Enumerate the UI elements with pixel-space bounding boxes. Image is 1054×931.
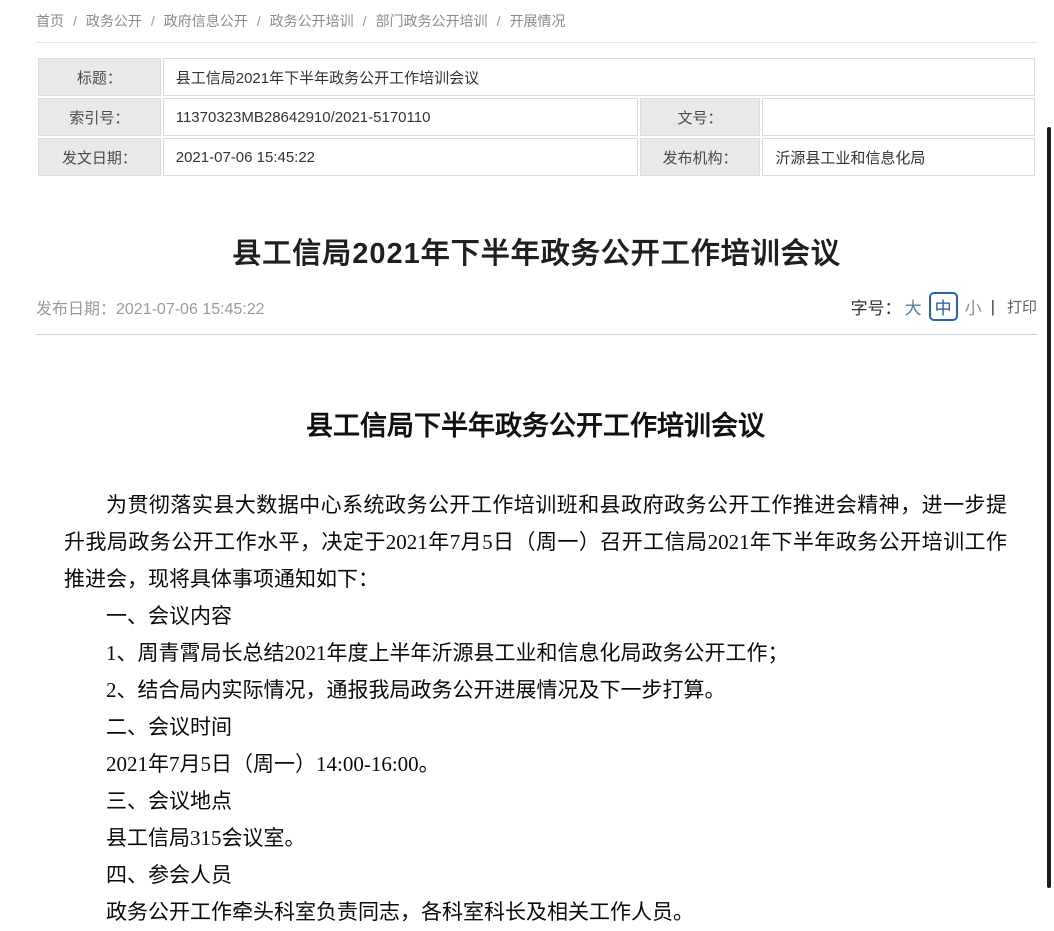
- paragraph-meeting-place: 县工信局315会议室。: [64, 820, 1007, 857]
- vertical-scrollbar[interactable]: [1047, 127, 1051, 888]
- meta-value-doc-number: [762, 98, 1035, 136]
- content-title: 县工信局下半年政务公开工作培训会议: [64, 404, 1007, 443]
- article-meta-bar: 发布日期：2021-07-06 15:45:22 字号： 大 中 小 | 打印: [36, 292, 1037, 335]
- meta-label-issue-date: 发文日期：: [38, 138, 161, 176]
- paragraph-intro: 为贯彻落实县大数据中心系统政务公开工作培训班和县政府政务公开工作推进会精神，进一…: [64, 487, 1007, 598]
- breadcrumb-item-dept-training[interactable]: 部门政务公开培训: [376, 13, 488, 29]
- fontsize-large-button[interactable]: 大: [905, 294, 922, 319]
- breadcrumb-item-gov-info[interactable]: 政府信息公开: [164, 13, 248, 29]
- paragraph-section-3-heading: 三、会议地点: [64, 783, 1007, 820]
- print-button[interactable]: 打印: [1007, 296, 1037, 317]
- meta-label-doc-number: 文号：: [640, 98, 761, 136]
- paragraph-section-4-heading: 四、参会人员: [64, 857, 1007, 894]
- fontsize-small-button[interactable]: 小: [965, 294, 982, 319]
- page-container: 首页 / 政务公开 / 政府信息公开 / 政务公开培训 / 部门政务公开培训 / 开展情况 标题： …: [36, 0, 1037, 931]
- meta-value-title: 县工信局2021年下半年政务公开工作培训会议: [163, 58, 1035, 96]
- article-body: 县工信局下半年政务公开工作培训会议 为贯彻落实县大数据中心系统政务公开工作培训班…: [36, 404, 1037, 931]
- divider: |: [991, 297, 995, 317]
- table-row: 发文日期： 2021-07-06 15:45:22 发布机构： 沂源县工业和信息…: [38, 138, 1035, 176]
- paragraph-attendees: 政务公开工作牵头科室负责同志，各科室科长及相关工作人员。: [64, 894, 1007, 931]
- paragraph-item-1: 1、周青霄局长总结2021年度上半年沂源县工业和信息化局政务公开工作；: [64, 635, 1007, 672]
- meta-label-title: 标题：: [38, 58, 161, 96]
- breadcrumb: 首页 / 政务公开 / 政府信息公开 / 政务公开培训 / 部门政务公开培训 / 开展情况: [36, 0, 1037, 43]
- table-row: 标题： 县工信局2021年下半年政务公开工作培训会议: [38, 58, 1035, 96]
- fontsize-medium-button[interactable]: 中: [929, 292, 958, 321]
- meta-label-publisher: 发布机构：: [640, 138, 761, 176]
- paragraph-meeting-time: 2021年7月5日（周一）14:00-16:00。: [64, 746, 1007, 783]
- breadcrumb-item-home[interactable]: 首页: [36, 13, 64, 29]
- paragraph-section-1-heading: 一、会议内容: [64, 598, 1007, 635]
- meta-value-publisher: 沂源县工业和信息化局: [762, 138, 1035, 176]
- paragraph-item-2: 2、结合局内实际情况，通报我局政务公开进展情况及下一步打算。: [64, 672, 1007, 709]
- paragraph-section-2-heading: 二、会议时间: [64, 709, 1007, 746]
- breadcrumb-separator: /: [73, 13, 77, 29]
- page-title: 县工信局2021年下半年政务公开工作培训会议: [36, 230, 1037, 272]
- meta-value-issue-date: 2021-07-06 15:45:22: [163, 138, 638, 176]
- breadcrumb-separator: /: [497, 13, 501, 29]
- table-row: 索引号： 11370323MB28642910/2021-5170110 文号：: [38, 98, 1035, 136]
- document-meta-table: 标题： 县工信局2021年下半年政务公开工作培训会议 索引号： 11370323…: [36, 56, 1037, 178]
- meta-value-index-number: 11370323MB28642910/2021-5170110: [163, 98, 638, 136]
- breadcrumb-item-status[interactable]: 开展情况: [509, 13, 565, 29]
- meta-label-index-number: 索引号：: [38, 98, 161, 136]
- breadcrumb-separator: /: [151, 13, 155, 29]
- breadcrumb-item-zhengwugongkai[interactable]: 政务公开: [86, 13, 142, 29]
- breadcrumb-item-training[interactable]: 政务公开培训: [270, 13, 354, 29]
- breadcrumb-separator: /: [257, 13, 261, 29]
- fontsize-widget: 字号： 大 中 小 | 打印: [851, 292, 1037, 321]
- fontsize-label: 字号：: [851, 294, 902, 319]
- publish-date: 发布日期：2021-07-06 15:45:22: [36, 295, 265, 319]
- breadcrumb-separator: /: [363, 13, 367, 29]
- content-paragraphs: 为贯彻落实县大数据中心系统政务公开工作培训班和县政府政务公开工作推进会精神，进一…: [64, 487, 1007, 931]
